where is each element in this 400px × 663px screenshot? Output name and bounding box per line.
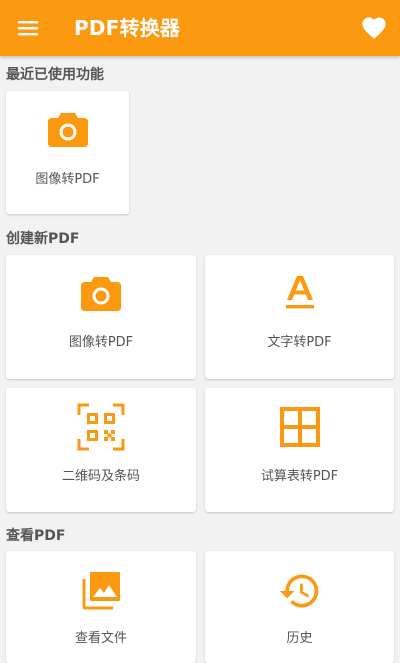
card-qr-barcode[interactable]: 二维码及条码: [6, 388, 196, 512]
section-title-recent: 最近已使用功能: [6, 67, 104, 83]
camera-icon: [81, 277, 121, 311]
card-history[interactable]: 历史: [205, 551, 394, 663]
card-label: 文字转PDF: [267, 335, 332, 350]
card-text-to-pdf[interactable]: 文字转PDF: [205, 255, 394, 379]
hamburger-menu-icon: [18, 21, 38, 36]
card-label: 图像转PDF: [35, 172, 100, 187]
card-view-files[interactable]: 查看文件: [6, 551, 196, 663]
menu-button[interactable]: [14, 14, 42, 42]
card-label: 查看文件: [74, 631, 127, 646]
app-title: PDF转换器: [74, 16, 181, 40]
text-format-icon: [285, 276, 314, 309]
card-image-to-pdf[interactable]: 图像转PDF: [6, 255, 196, 379]
section-title-create: 创建新PDF: [6, 231, 80, 247]
favorite-button[interactable]: [360, 14, 388, 42]
card-label: 图像转PDF: [68, 335, 134, 350]
card-label: 试算表转PDF: [260, 469, 339, 484]
spreadsheet-grid-icon: [279, 407, 320, 447]
qr-code-scan-icon: [77, 403, 125, 451]
camera-icon: [47, 113, 88, 147]
gallery-icon: [82, 572, 120, 610]
card-label: 二维码及条码: [61, 469, 140, 484]
section-title-view: 查看PDF: [6, 528, 66, 544]
app-bar: PDF转换器: [0, 0, 400, 56]
card-label: 历史: [286, 631, 313, 646]
card-spreadsheet-to-pdf[interactable]: 试算表转PDF: [205, 388, 394, 512]
heart-icon: [362, 17, 386, 39]
history-icon: [279, 574, 318, 608]
card-recent-image-to-pdf[interactable]: 图像转PDF: [6, 91, 129, 214]
